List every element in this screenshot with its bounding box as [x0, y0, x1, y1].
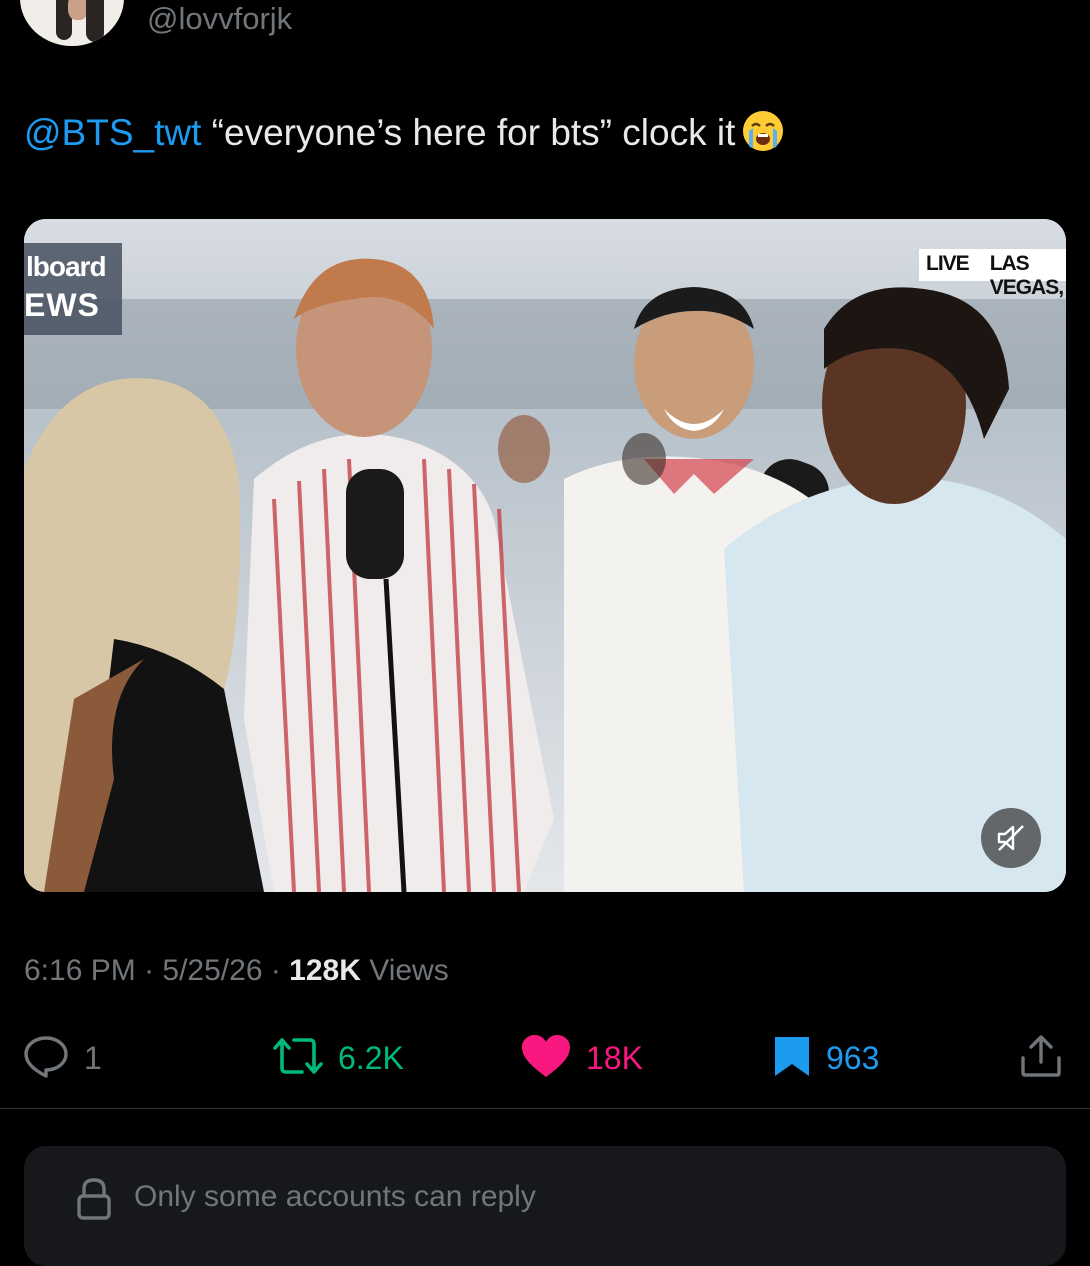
- tweet-body: @BTS_twt “everyone’s here for bts” clock…: [24, 109, 785, 157]
- tweet-time[interactable]: 6:16 PM: [24, 954, 136, 987]
- share-button[interactable]: [1018, 1034, 1064, 1083]
- live-banner: LIVE LAS VEGAS,: [919, 249, 1066, 299]
- like-count: 18K: [586, 1039, 643, 1076]
- like-button[interactable]: 18K: [520, 1034, 643, 1080]
- retweet-count: 6.2K: [338, 1039, 404, 1076]
- mention-link[interactable]: @BTS_twt: [24, 112, 201, 153]
- views-count: 128K: [289, 954, 361, 987]
- reply-button[interactable]: 1: [22, 1034, 102, 1083]
- reply-icon: [22, 1034, 70, 1083]
- lock-icon: [74, 1176, 114, 1225]
- divider: [0, 1108, 1090, 1109]
- bookmark-icon: [772, 1034, 812, 1083]
- video-frame: [24, 219, 1066, 892]
- tweet-text: “everyone’s here for bts” clock it: [201, 112, 736, 153]
- tweet-date[interactable]: 5/25/26: [162, 954, 262, 987]
- loudly-crying-face-icon: [741, 109, 785, 153]
- mute-button[interactable]: [981, 808, 1041, 868]
- live-badge: LIVE: [919, 249, 976, 281]
- tweet-meta: 6:16 PM · 5/25/26 · 128K Views: [24, 954, 449, 987]
- location-badge: LAS VEGAS,: [975, 249, 1066, 299]
- reply-restriction-text: Only some accounts can reply: [134, 1180, 536, 1213]
- action-bar: 1 6.2K 18K 963: [0, 1020, 1090, 1096]
- author-avatar[interactable]: [20, 0, 124, 46]
- video-player[interactable]: lboard EWS LIVE LAS VEGAS,: [24, 219, 1066, 892]
- heart-icon: [520, 1033, 572, 1084]
- reply-restriction-notice: Only some accounts can reply: [24, 1146, 1066, 1266]
- reply-count: 1: [84, 1039, 102, 1076]
- bookmark-button[interactable]: 963: [772, 1036, 879, 1080]
- share-icon: [1018, 1034, 1064, 1083]
- tweet-header: @lovvforjk: [0, 0, 1090, 60]
- bookmark-count: 963: [826, 1039, 880, 1076]
- author-handle[interactable]: @lovvforjk: [147, 1, 292, 37]
- views-label: Views: [360, 954, 449, 987]
- retweet-button[interactable]: 6.2K: [272, 1036, 404, 1080]
- billboard-news-logo: lboard EWS: [24, 243, 122, 335]
- retweet-icon: [272, 1034, 324, 1083]
